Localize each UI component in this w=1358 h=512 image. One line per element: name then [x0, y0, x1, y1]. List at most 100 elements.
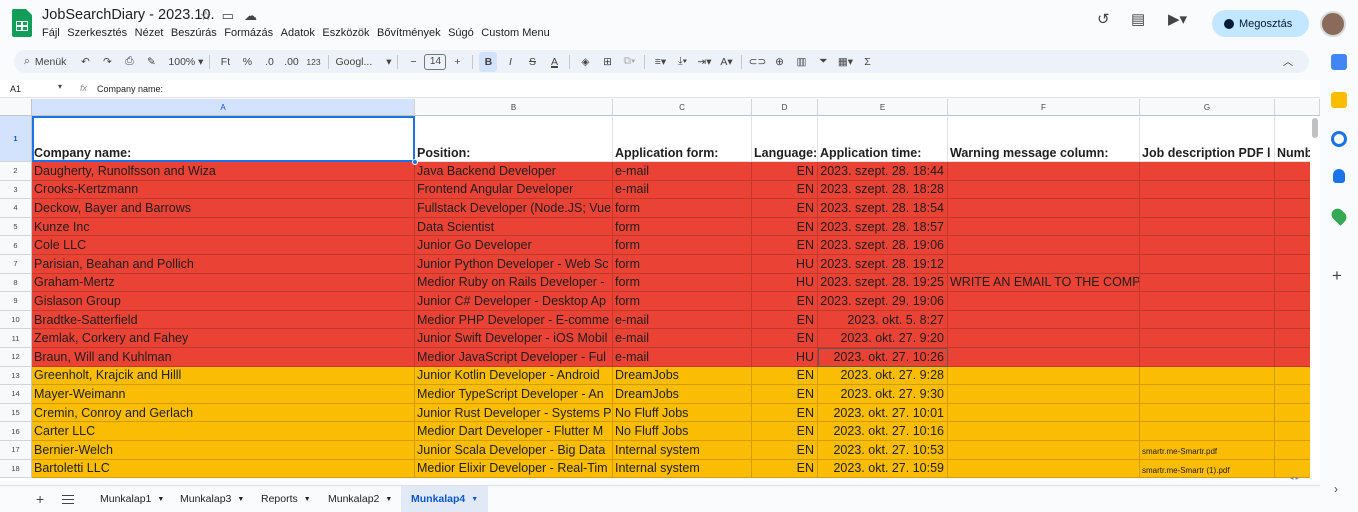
sheet-tab-reports[interactable]: Reports ▼: [251, 486, 321, 512]
menu-item-bővítmények[interactable]: Bővítmények: [377, 27, 441, 39]
paint-format-icon[interactable]: ✎: [142, 52, 160, 72]
add-sheet-icon[interactable]: +: [36, 491, 44, 507]
column-header-c[interactable]: C: [613, 99, 752, 116]
table-cell[interactable]: [948, 236, 1140, 255]
row-header[interactable]: 17: [0, 441, 32, 460]
table-cell[interactable]: [1140, 180, 1275, 200]
table-cell[interactable]: [948, 348, 1140, 367]
table-cell[interactable]: 2023. okt. 27. 9:30: [818, 385, 948, 404]
table-cell[interactable]: 2023. okt. 27. 9:20: [818, 329, 948, 348]
table-cell[interactable]: [948, 403, 1140, 423]
row-header[interactable]: 3: [0, 180, 32, 200]
vertical-align-icon[interactable]: ⤓▾: [673, 52, 691, 72]
table-cell[interactable]: [948, 217, 1140, 237]
text-rotation-icon[interactable]: A▾: [717, 52, 735, 72]
select-all-corner[interactable]: [0, 99, 32, 116]
zoom-select[interactable]: 100% ▾: [168, 52, 203, 72]
table-cell[interactable]: Junior Scala Developer - Big Data: [415, 441, 613, 460]
insert-chart-icon[interactable]: ▥: [792, 52, 810, 72]
menu-item-eszközök[interactable]: Eszközök: [322, 27, 369, 39]
horizontal-scroll-arrows[interactable]: ◂ ▸: [1290, 474, 1299, 482]
strikethrough-button[interactable]: S: [523, 52, 541, 72]
table-cell[interactable]: 2023. szept. 28. 18:44: [818, 162, 948, 181]
table-cell[interactable]: 2023. okt. 27. 10:53: [818, 441, 948, 460]
table-cell[interactable]: Junior Swift Developer - iOS Mobil: [415, 329, 613, 348]
table-cell[interactable]: [948, 162, 1140, 181]
table-cell[interactable]: Bradtke-Satterfield: [32, 310, 415, 330]
table-cell[interactable]: Parisian, Beahan and Pollich: [32, 255, 415, 274]
table-cell[interactable]: EN: [752, 236, 818, 255]
maps-icon[interactable]: [1329, 206, 1349, 226]
table-cell[interactable]: [948, 255, 1140, 274]
table-cell[interactable]: Junior Go Developer: [415, 236, 613, 255]
table-cell[interactable]: 2023. okt. 27. 10:01: [818, 403, 948, 423]
menu-item-szerkesztés[interactable]: Szerkesztés: [67, 27, 127, 39]
table-cell[interactable]: [948, 329, 1140, 348]
menu-item-súgó[interactable]: Súgó: [448, 27, 474, 39]
table-cell[interactable]: [948, 459, 1140, 479]
table-cell[interactable]: Medior Dart Developer - Flutter M: [415, 422, 613, 441]
table-cell[interactable]: EN: [752, 180, 818, 200]
caret-down-icon[interactable]: ▼: [471, 496, 478, 503]
table-cell[interactable]: Fullstack Developer (Node.JS; Vue: [415, 199, 613, 218]
table-cell[interactable]: [948, 366, 1140, 386]
table-cell[interactable]: [1140, 199, 1275, 218]
text-color-button[interactable]: A: [545, 52, 563, 72]
header-cell[interactable]: Language:: [752, 116, 818, 162]
table-cell[interactable]: [948, 310, 1140, 330]
caret-down-icon[interactable]: ▼: [385, 496, 392, 503]
row-header[interactable]: 13: [0, 366, 32, 386]
calendar-icon[interactable]: [1331, 54, 1347, 70]
table-cell[interactable]: EN: [752, 217, 818, 237]
table-cell[interactable]: [1140, 236, 1275, 255]
document-title[interactable]: JobSearchDiary - 2023.10.: [42, 7, 215, 23]
table-cell[interactable]: Deckow, Bayer and Barrows: [32, 199, 415, 218]
table-cell[interactable]: smartr.me-Smartr.pdf: [1140, 441, 1275, 460]
table-cell[interactable]: form: [613, 199, 752, 218]
header-cell[interactable]: Position:: [415, 116, 613, 162]
table-cell[interactable]: form: [613, 217, 752, 237]
table-cell[interactable]: [1140, 310, 1275, 330]
keep-icon[interactable]: [1331, 92, 1347, 108]
table-cell[interactable]: Medior TypeScript Developer - An: [415, 385, 613, 404]
table-cell[interactable]: Junior Python Developer - Web Sc: [415, 255, 613, 274]
table-cell[interactable]: [1140, 348, 1275, 367]
table-cell[interactable]: EN: [752, 329, 818, 348]
table-cell[interactable]: Bartoletti LLC: [32, 459, 415, 479]
table-cell[interactable]: Data Scientist: [415, 217, 613, 237]
table-cell[interactable]: WRITE AN EMAIL TO THE COMPANY!: [948, 273, 1140, 293]
row-header[interactable]: 2: [0, 162, 32, 181]
merge-cells-icon[interactable]: ⧉▾: [620, 52, 638, 72]
row-header[interactable]: 4: [0, 199, 32, 218]
menu-item-beszúrás[interactable]: Beszúrás: [171, 27, 217, 39]
table-cell[interactable]: Internal system: [613, 441, 752, 460]
menu-item-adatok[interactable]: Adatok: [281, 27, 315, 39]
functions-icon[interactable]: Σ: [858, 52, 876, 72]
table-cell[interactable]: Graham-Mertz: [32, 273, 415, 293]
row-header[interactable]: 7: [0, 255, 32, 274]
row-header[interactable]: 12: [0, 348, 32, 367]
table-cell[interactable]: EN: [752, 422, 818, 441]
table-cell[interactable]: [1140, 292, 1275, 311]
menu-item-custom-menu[interactable]: Custom Menu: [481, 27, 549, 39]
column-header-a[interactable]: A: [32, 99, 415, 116]
table-cell[interactable]: Medior Ruby on Rails Developer -: [415, 273, 613, 293]
row-header[interactable]: 16: [0, 422, 32, 441]
borders-icon[interactable]: ⊞: [598, 52, 616, 72]
menu-item-formázás[interactable]: Formázás: [224, 27, 273, 39]
table-cell[interactable]: Carter LLC: [32, 422, 415, 441]
table-cell[interactable]: e-mail: [613, 310, 752, 330]
table-cell[interactable]: EN: [752, 441, 818, 460]
table-cell[interactable]: [1140, 329, 1275, 348]
table-cell[interactable]: smartr.me-Smartr (1).pdf: [1140, 459, 1275, 479]
table-cell[interactable]: Kunze Inc: [32, 217, 415, 237]
table-cell[interactable]: Frontend Angular Developer: [415, 180, 613, 200]
column-header-d[interactable]: D: [752, 99, 818, 116]
table-cell[interactable]: 2023. szept. 29. 19:06: [818, 292, 948, 311]
table-cell[interactable]: Gislason Group: [32, 292, 415, 311]
menu-item-fájl[interactable]: Fájl: [42, 27, 60, 39]
table-cell[interactable]: Cremin, Conroy and Gerlach: [32, 403, 415, 423]
insert-link-icon[interactable]: ⊂⊃: [748, 52, 767, 72]
table-cell[interactable]: EN: [752, 310, 818, 330]
header-cell[interactable]: Warning message column:: [948, 116, 1140, 162]
